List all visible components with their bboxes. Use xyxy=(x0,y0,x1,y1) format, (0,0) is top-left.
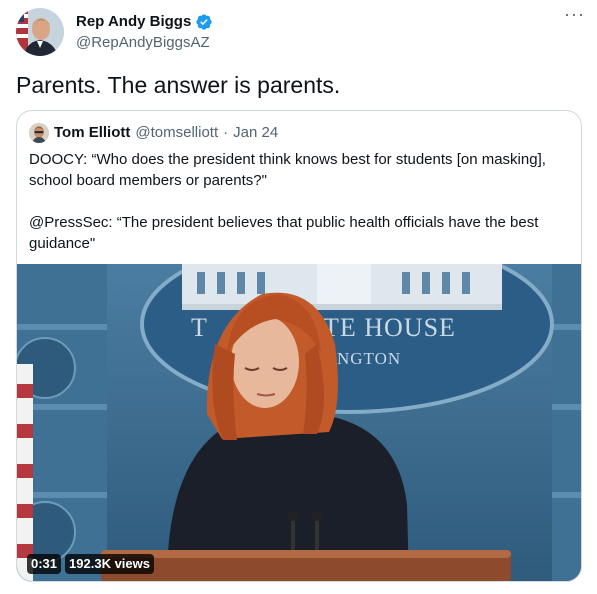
author-display-name[interactable]: Rep Andy Biggs xyxy=(76,12,191,32)
quoted-line-2: @PressSec: “The president believes that … xyxy=(29,214,539,252)
quoted-tweet-date[interactable]: Jan 24 xyxy=(233,123,278,143)
quoted-author-avatar xyxy=(29,123,49,143)
separator-dot: · xyxy=(223,124,229,141)
video-badges: 0:31 192.3K views xyxy=(27,554,154,574)
quoted-line-1: DOOCY: “Who does the president think kno… xyxy=(29,151,546,189)
quoted-tweet-text: DOOCY: “Who does the president think kno… xyxy=(29,149,569,254)
backdrop-text-1: TE HOUSE xyxy=(323,313,456,342)
backdrop-letter: T xyxy=(191,313,207,342)
quoted-tweet-header: Tom Elliott @tomselliott · Jan 24 xyxy=(29,123,278,143)
backdrop-text-2: NGTON xyxy=(337,349,401,368)
author-names: Rep Andy Biggs @RepAndyBiggsAZ xyxy=(76,12,213,53)
quoted-tweet[interactable]: Tom Elliott @tomselliott · Jan 24 DOOCY:… xyxy=(16,110,582,582)
video-frame: T TE HOUSE NGTON xyxy=(17,264,581,581)
more-options-icon[interactable]: ··· xyxy=(564,5,584,28)
tweet-text: Parents. The answer is parents. xyxy=(16,72,341,98)
video-player[interactable]: T TE HOUSE NGTON 0:31 192.3K views xyxy=(17,264,581,581)
video-views: 192.3K views xyxy=(65,554,154,574)
quoted-author-handle[interactable]: @tomselliott xyxy=(135,123,218,143)
author-avatar[interactable] xyxy=(16,8,64,56)
tweet-header: Rep Andy Biggs @RepAndyBiggsAZ ··· xyxy=(16,5,584,56)
author-handle[interactable]: @RepAndyBiggsAZ xyxy=(76,33,213,53)
tweet[interactable]: Rep Andy Biggs @RepAndyBiggsAZ ··· Paren… xyxy=(0,0,597,594)
video-duration: 0:31 xyxy=(27,554,62,574)
verified-badge-icon xyxy=(195,13,213,31)
quoted-author-name[interactable]: Tom Elliott xyxy=(54,123,130,143)
